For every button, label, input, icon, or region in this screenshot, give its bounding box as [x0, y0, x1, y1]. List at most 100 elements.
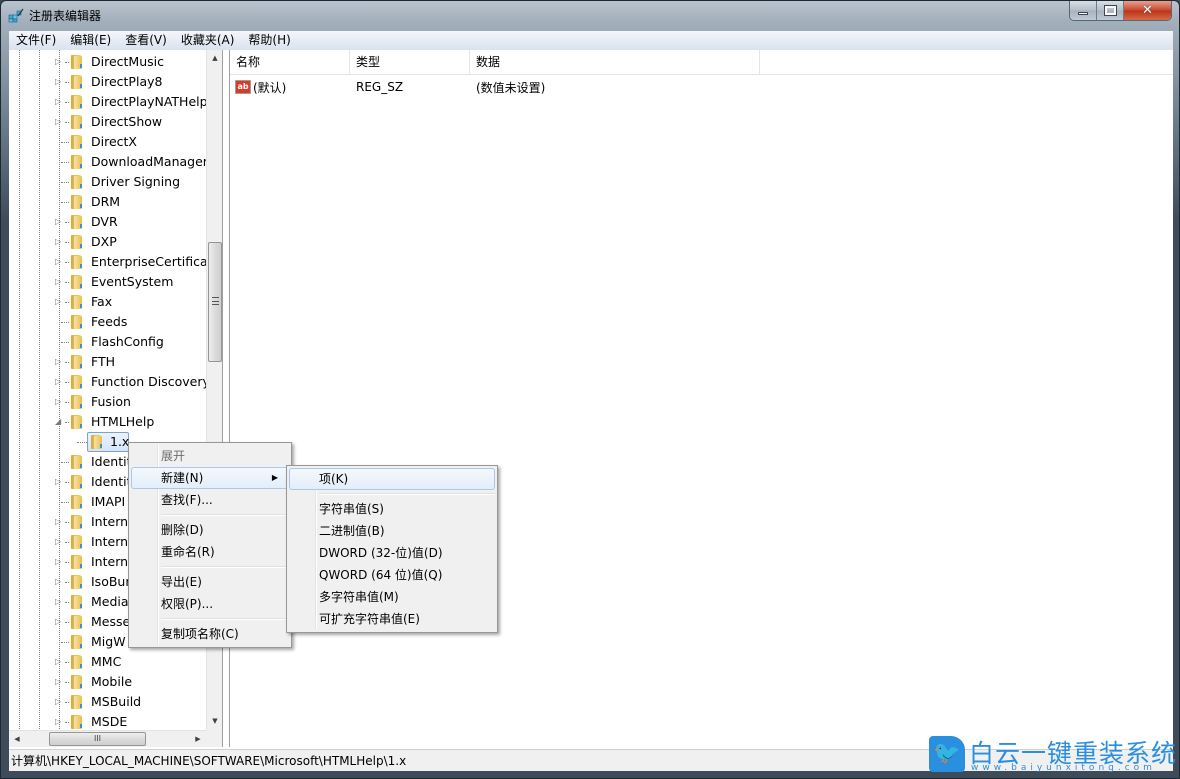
context-menu: 展开 新建(N) ▶ 查找(F)... 删除(D) 重命名(R) 导出(E) 权限(P)...… [128, 442, 292, 648]
context_menu-item[interactable]: 权限(P)... [131, 593, 289, 615]
tree-item[interactable]: ▷ Fusion [9, 392, 209, 412]
expand-icon[interactable]: ▷ [55, 118, 63, 126]
menu-help[interactable]: 帮助(H) [241, 31, 297, 50]
expand-icon[interactable]: ▷ [55, 98, 63, 106]
tree-item[interactable]: ▷ MMC [9, 652, 209, 672]
submenu-item[interactable]: QWORD (64 位)值(Q) [289, 564, 495, 586]
tree-connector [61, 342, 69, 343]
expand-icon[interactable]: ▷ [55, 598, 63, 606]
tree-item[interactable]: ▷ EnterpriseCertificate [9, 252, 220, 272]
column-header-type[interactable]: 类型 [350, 50, 470, 75]
tree-item[interactable]: ▷ DVR [9, 212, 209, 232]
expand-icon[interactable]: ▷ [55, 58, 63, 66]
expand-icon[interactable]: ▷ [55, 518, 63, 526]
tree-item[interactable]: Driver Signing [9, 172, 209, 192]
tree-item[interactable]: ▷ DirectPlayNATHelp [9, 92, 209, 112]
tree-item[interactable]: ▷ MSBuild [9, 692, 209, 712]
submenu-item[interactable]: 项(K) [289, 468, 495, 490]
string-value-icon: ab [235, 80, 251, 94]
vertical-scroll-thumb[interactable] [208, 242, 222, 362]
submenu-item[interactable]: 字符串值(S) [289, 498, 495, 520]
scrollbar-corner [206, 730, 222, 747]
tree-item-label: Intern [91, 514, 129, 529]
tree-item[interactable]: ▷ Mobile [9, 672, 209, 692]
expand-icon[interactable]: ▷ [55, 378, 63, 386]
expand-icon[interactable]: ▷ [55, 298, 63, 306]
scroll-right-icon[interactable]: ▶ [190, 731, 206, 747]
menu-favorites[interactable]: 收藏夹(A) [174, 31, 242, 50]
expand-icon[interactable]: ▷ [55, 258, 63, 266]
tree-item[interactable]: ▷ FTH [9, 352, 209, 372]
expand-icon[interactable]: ▷ [55, 478, 63, 486]
scroll-down-icon[interactable]: ▼ [207, 713, 222, 730]
expand-icon[interactable]: ▷ [55, 78, 63, 86]
expand-icon[interactable]: ▷ [55, 718, 63, 726]
tree-item[interactable]: ▷ DirectShow [9, 112, 209, 132]
context_menu-item[interactable]: 展开 [131, 445, 289, 467]
tree-item[interactable]: DRM [9, 192, 209, 212]
window-title: 注册表编辑器 [29, 9, 102, 23]
tree-item[interactable]: ▷ Fax [9, 292, 209, 312]
expand-icon[interactable]: ▷ [55, 578, 63, 586]
tree-item[interactable]: ▷ Function Discovery [9, 372, 210, 392]
expand-icon[interactable]: ▷ [55, 238, 63, 246]
value-row[interactable]: ab (默认) REG_SZ (数值未设置) [230, 77, 1173, 97]
expand-icon[interactable]: ▷ [55, 538, 63, 546]
tree-item[interactable]: DownloadManager [9, 152, 209, 172]
menu-separator [161, 511, 289, 519]
maximize-button[interactable] [1097, 1, 1124, 20]
menu-edit[interactable]: 编辑(E) [63, 31, 118, 50]
tree-item[interactable]: ◢ HTMLHelp [9, 412, 209, 432]
expand-icon[interactable]: ▷ [55, 558, 63, 566]
tree-item[interactable]: ▷ MSDE [9, 712, 209, 732]
context_menu-item[interactable]: 导出(E) [131, 571, 289, 593]
expand-icon[interactable]: ▷ [55, 658, 63, 666]
menu-view[interactable]: 查看(V) [118, 31, 174, 50]
title-bar[interactable]: 注册表编辑器 ✕ [1, 1, 1179, 29]
expand-icon[interactable]: ▷ [55, 678, 63, 686]
tree-connector [61, 142, 69, 143]
value-name-cell: ab (默认) [230, 79, 350, 96]
tree-horizontal-scrollbar[interactable]: ◀ III ▶ [9, 730, 206, 747]
values-list[interactable]: 名称 类型 数据 ab (默认) REG_SZ (数值未设置) [229, 50, 1173, 747]
submenu-item[interactable]: 二进制值(B) [289, 520, 495, 542]
tree-item-label: Mobile [91, 674, 133, 689]
context_menu-item[interactable]: 删除(D) [131, 519, 289, 541]
scroll-up-icon[interactable]: ▲ [207, 50, 222, 67]
column-header-data[interactable]: 数据 [470, 50, 760, 75]
expand-icon[interactable]: ▷ [55, 358, 63, 366]
context_menu-item[interactable]: 新建(N) ▶ [131, 467, 289, 489]
menu-separator [319, 490, 495, 498]
menu-file[interactable]: 文件(F) [9, 31, 63, 50]
tree-item-label: MMC [91, 654, 122, 669]
context_menu-item[interactable]: 查找(F)... [131, 489, 289, 511]
context_menu-item[interactable]: 重命名(R) [131, 541, 289, 563]
value-data-cell: (数值未设置) [470, 79, 760, 96]
tree-item[interactable]: FlashConfig [9, 332, 209, 352]
minimize-button[interactable] [1070, 1, 1097, 20]
expand-icon[interactable]: ▷ [55, 618, 63, 626]
tree-item[interactable]: ▷ EventSystem [9, 272, 209, 292]
tree-item[interactable]: DirectX [9, 132, 209, 152]
menu-item-label: 查找(F)... [161, 493, 213, 507]
context_menu-item[interactable]: 复制项名称(C) [131, 623, 289, 645]
expand-icon[interactable]: ▷ [55, 398, 63, 406]
tree-item[interactable]: ▷ DirectPlay8 [9, 72, 209, 92]
collapse-icon[interactable]: ◢ [55, 418, 63, 426]
submenu-item[interactable]: 多字符串值(M) [289, 586, 495, 608]
tree-item[interactable]: Feeds [9, 312, 209, 332]
folder-icon [69, 275, 85, 289]
submenu-item[interactable]: 可扩充字符串值(E) [289, 608, 495, 630]
menu-item-label: 新建(N) [161, 471, 204, 485]
submenu-item[interactable]: DWORD (32-位)值(D) [289, 542, 495, 564]
close-button[interactable]: ✕ [1124, 1, 1171, 20]
scroll-left-icon[interactable]: ◀ [9, 731, 25, 747]
expand-icon[interactable]: ▷ [55, 698, 63, 706]
expand-icon[interactable]: ▷ [55, 218, 63, 226]
bird-logo-icon: 🐦 [929, 736, 965, 772]
column-header-name[interactable]: 名称 [230, 50, 350, 75]
tree-item[interactable]: ▷ DirectMusic [9, 52, 209, 72]
horizontal-scroll-thumb[interactable]: III [49, 732, 146, 746]
expand-icon[interactable]: ▷ [55, 278, 63, 286]
tree-item[interactable]: ▷ DXP [9, 232, 209, 252]
